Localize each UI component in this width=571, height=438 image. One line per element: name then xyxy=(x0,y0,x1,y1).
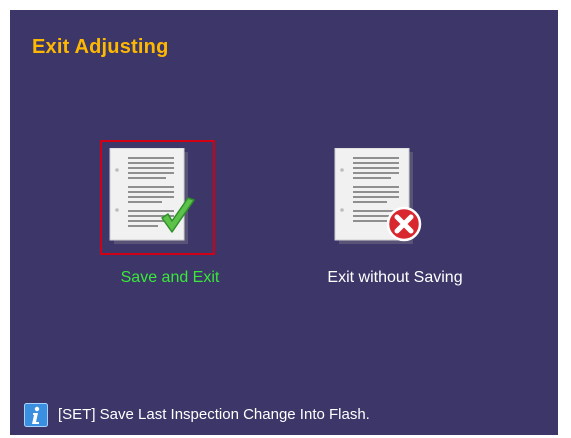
status-hint: [SET] Save Last Inspection Change Into F… xyxy=(24,400,370,430)
exit-adjusting-dialog: Exit Adjusting Save and Exit Exit withou… xyxy=(10,10,558,435)
document-error-icon xyxy=(334,148,422,244)
save-and-exit-label: Save and Exit xyxy=(120,269,220,286)
exit-without-saving-option[interactable]: Exit without Saving xyxy=(295,128,495,298)
selection-highlight xyxy=(100,140,215,255)
save-and-exit-option[interactable]: Save and Exit xyxy=(70,128,270,298)
option-frame xyxy=(325,140,440,255)
dialog-title: Exit Adjusting xyxy=(32,36,169,58)
info-icon xyxy=(24,403,48,427)
document-check-icon xyxy=(109,148,195,244)
status-hint-text: [SET] Save Last Inspection Change Into F… xyxy=(58,406,370,423)
exit-without-saving-label: Exit without Saving xyxy=(327,269,463,286)
